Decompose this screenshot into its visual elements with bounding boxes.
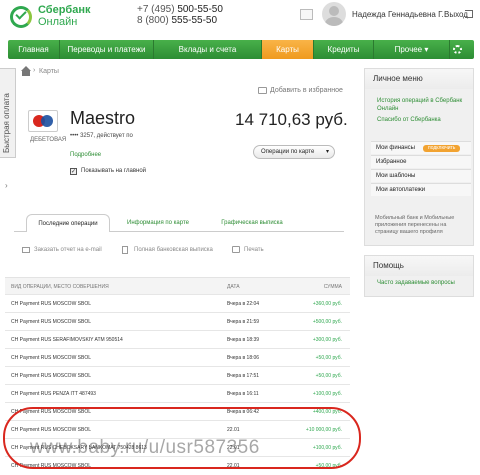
nav-item-home[interactable]: Главная [8, 40, 60, 59]
full-statement-link[interactable]: Полная банковская выписка [134, 247, 213, 253]
row-date: Вчера в 17:51 [227, 373, 260, 379]
card-name: Maestro [70, 108, 136, 128]
col-header-operation: ВИД ОПЕРАЦИИ, МЕСТО СОВЕРШЕНИЯ [11, 284, 109, 290]
personal-menu-title: Личное меню [365, 69, 473, 89]
nav-item-transfers[interactable]: Переводы и платежи [60, 40, 154, 59]
spasibo-link[interactable]: Спасибо от Сбербанка [377, 117, 441, 123]
tab-recent-operations[interactable]: Последние операции [26, 214, 110, 232]
phone-prefix: +7 (495) [137, 4, 175, 15]
document-icon [122, 246, 128, 254]
print-icon [232, 246, 240, 253]
table-row[interactable]: CH Payment RUS PENZA ITT 487493 Вчера в 1… [5, 385, 350, 403]
history-link[interactable]: История операций в Сбербанк Онлайн [377, 97, 467, 113]
gear-icon[interactable] [453, 45, 462, 54]
row-description: CH Payment RUS MOSCOW SBOL [11, 319, 92, 325]
nav-item-other-label: Прочее [394, 45, 423, 54]
row-amount: +300,00 руб. [312, 337, 342, 343]
phone-russia: 8 (800) 555-55-50 [137, 15, 217, 26]
row-amount: +50,00 руб. [315, 373, 342, 379]
help-panel: Помощь Часто задаваемые вопросы [364, 255, 474, 297]
brand-name[interactable]: Сбербанк [38, 4, 91, 16]
chevron-down-icon: ▾ [325, 149, 329, 155]
menu-item-favorites[interactable]: Избранное [371, 155, 471, 168]
nav-item-deposits[interactable]: Вклады и счета [154, 40, 262, 59]
row-date: Вчера в 16:11 [227, 391, 259, 397]
quick-pay-label: Быстрая оплата [2, 93, 11, 153]
row-description: CH Payment RUS PENZA ITT 487493 [11, 391, 96, 397]
menu-item-finances-label: Мои финансы [376, 145, 415, 151]
table-header: ВИД ОПЕРАЦИИ, МЕСТО СОВЕРШЕНИЯ ДАТА СУММ… [5, 277, 350, 295]
table-row[interactable]: CH Payment RUS MOSCOW SBOL Вчера в 21:59 +… [5, 313, 350, 331]
user-name[interactable]: Надежда Геннадьевна Г. [352, 10, 444, 19]
breadcrumb[interactable]: Карты [39, 68, 59, 75]
nav-item-other[interactable]: Прочее ▾ [374, 40, 450, 59]
add-to-favorites-link[interactable]: Добавить в избранное [270, 87, 343, 94]
card-operations-button[interactable]: Операции по карте ▾ [253, 145, 335, 159]
row-description: CH Payment RUS MOSCOW SBOL [11, 373, 92, 379]
email-report-link[interactable]: Заказать отчет на e-mail [34, 247, 102, 253]
phone-moscow: +7 (495) 500-55-50 [137, 4, 223, 15]
connect-badge[interactable]: подключить [423, 145, 461, 152]
menu-item-autopayments[interactable]: Мои автоплатежи [371, 183, 471, 196]
favorite-add-icon [258, 87, 267, 94]
nav-item-cards[interactable]: Карты [262, 40, 314, 59]
breadcrumb-separator: › [33, 67, 36, 74]
col-header-date: ДАТА [227, 284, 240, 290]
main-nav: Главная Переводы и платежи Вклады и счет… [8, 40, 474, 59]
tab-graphic-statement[interactable]: Графическая выписка [208, 214, 296, 232]
home-icon[interactable] [21, 66, 31, 76]
mobile-bank-note: Мобильный банк и Мобильные приложения пе… [375, 215, 455, 235]
tab-card-info[interactable]: Информация по карте [118, 214, 198, 232]
faq-link[interactable]: Часто задаваемые вопросы [377, 280, 457, 287]
phone-number: 500-55-50 [177, 4, 223, 15]
phone-number: 555-55-50 [171, 15, 218, 26]
col-header-amount: СУММА [323, 284, 342, 290]
menu-item-templates[interactable]: Мои шаблоны [371, 169, 471, 182]
print-link[interactable]: Печать [244, 247, 264, 253]
row-date: Вчера в 18:39 [227, 337, 260, 343]
header: Сбербанк Онлайн +7 (495) 500-55-50 8 (80… [0, 0, 480, 40]
row-description: CH Payment RUS MOSCOW SBOL [11, 301, 92, 307]
email-icon [22, 247, 30, 253]
row-amount: +360,00 руб. [312, 301, 342, 307]
table-row[interactable]: CH Payment RUS SERAFIMOVSKIY ATM 950514 В… [5, 331, 350, 349]
nav-item-credits[interactable]: Кредиты [314, 40, 374, 59]
row-date: Вчера в 22:04 [227, 301, 260, 307]
row-date: Вчера в 18:06 [227, 355, 260, 361]
table-row[interactable]: CH Payment RUS MOSCOW SBOL Вчера в 18:06 +… [5, 349, 350, 367]
row-amount: +500,00 руб. [312, 319, 342, 325]
table-row[interactable]: CH Payment RUS MOSCOW SBOL Вчера в 17:51 +… [5, 367, 350, 385]
watermark: www.baby.ru/u/usr587356 [30, 437, 260, 458]
maestro-card-icon [28, 110, 58, 132]
messages-envelope-icon[interactable] [300, 9, 313, 20]
card-operations-label: Операции по карте [261, 149, 315, 155]
help-title: Помощь [365, 256, 473, 276]
avatar[interactable] [322, 2, 346, 26]
personal-menu: Личное меню История операций в Сбербанк … [364, 68, 474, 246]
brand-subname[interactable]: Онлайн [38, 16, 77, 28]
row-date: Вчера в 21:59 [227, 319, 260, 325]
row-amount: +50,00 руб. [315, 355, 342, 361]
quick-pay-tab[interactable]: Быстрая оплата › [0, 68, 16, 190]
phone-prefix: 8 (800) [137, 15, 169, 26]
details-link[interactable]: Подробнее [70, 152, 101, 158]
menu-item-finances[interactable]: Мои финансы подключить [371, 141, 471, 154]
chevron-right-icon: › [5, 181, 8, 190]
row-description: CH Payment RUS MOSCOW SBOL [11, 355, 92, 361]
show-on-main-checkbox[interactable]: ✓ [70, 168, 77, 175]
table-row[interactable]: CH Payment RUS MOSCOW SBOL Вчера в 22:04 +… [5, 295, 350, 313]
row-amount: +100,00 руб. [312, 391, 342, 397]
card-type-label: ДЕБЕТОВАЯ [30, 137, 67, 143]
exit-icon[interactable] [465, 10, 473, 18]
row-description: CH Payment RUS SERAFIMOVSKIY ATM 950514 [11, 337, 123, 343]
card-balance: 14 710,63 руб. [235, 110, 348, 129]
card-number: •••• 3257, действует по [70, 133, 133, 139]
show-on-main-label: Показывать на главной [81, 168, 147, 174]
